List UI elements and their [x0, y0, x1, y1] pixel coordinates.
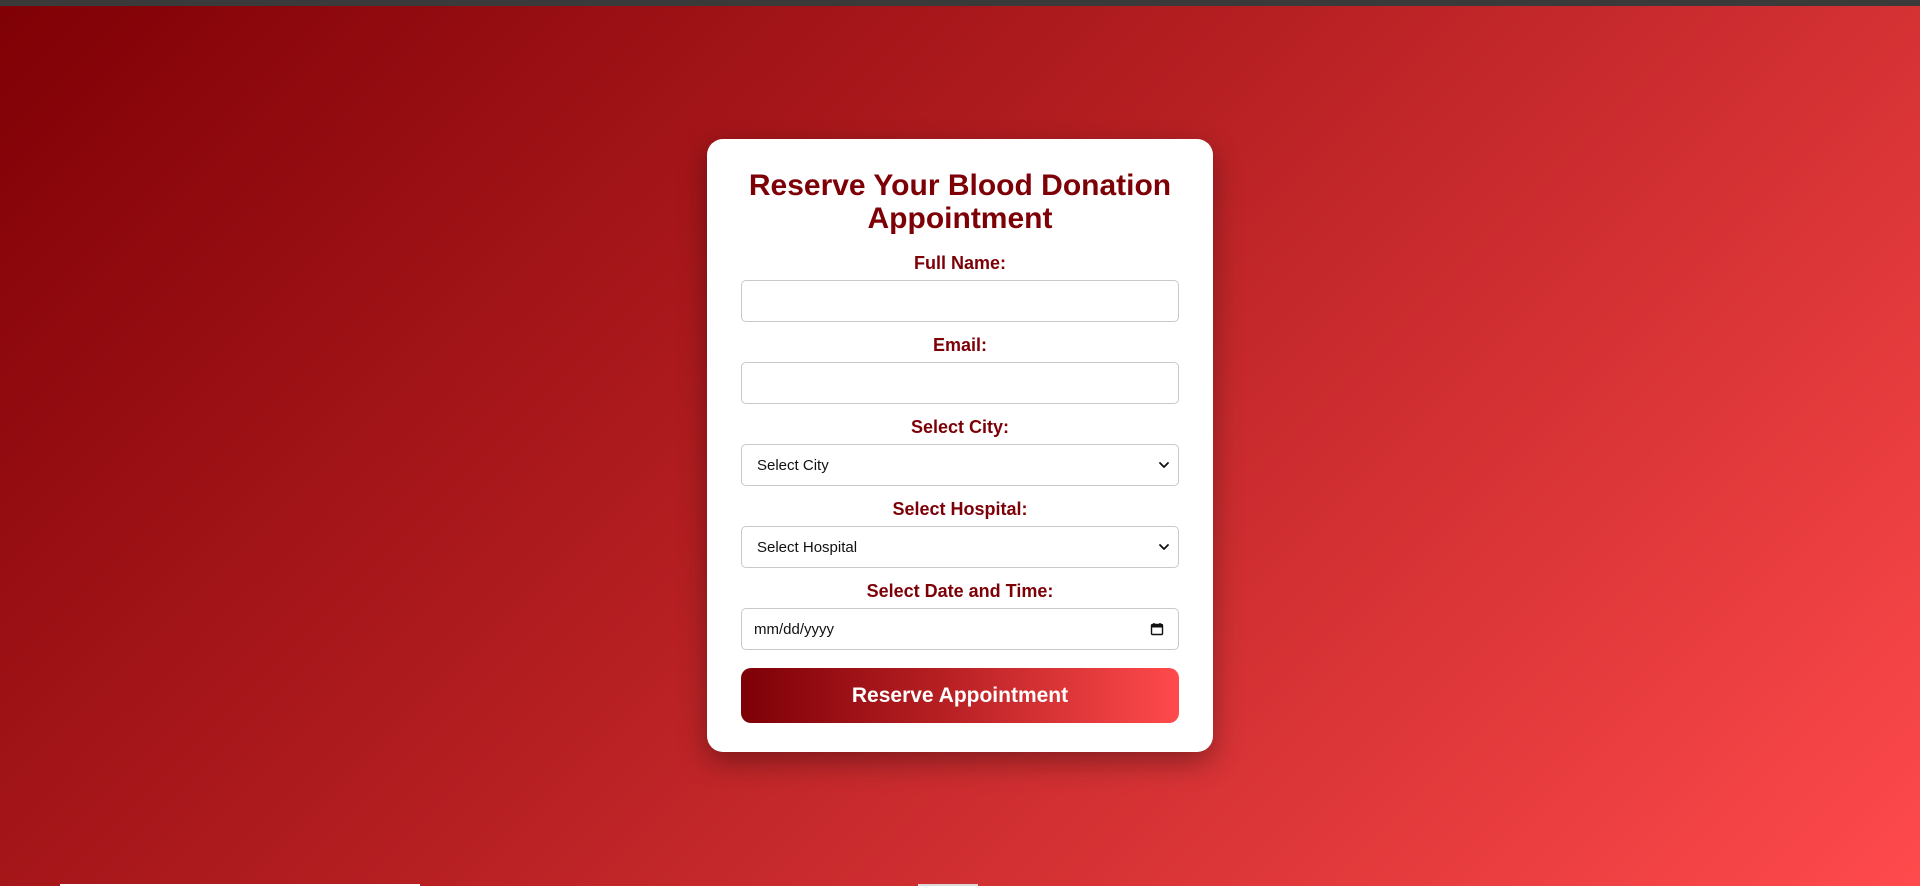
email-input[interactable] [741, 362, 1179, 404]
datetime-placeholder: mm/dd/yyyy [754, 620, 835, 638]
chevron-down-icon [1159, 462, 1169, 468]
appointment-card: Reserve Your Blood Donation Appointment … [707, 139, 1213, 752]
calendar-icon[interactable] [1150, 622, 1164, 636]
hospital-selected-value: Select Hospital [757, 538, 858, 556]
email-label: Email: [932, 335, 988, 355]
datetime-input[interactable]: mm/dd/yyyy [741, 608, 1179, 650]
reserve-appointment-button[interactable]: Reserve Appointment [741, 668, 1179, 723]
hospital-label: Select Hospital: [892, 499, 1028, 519]
city-label: Select City: [910, 417, 1010, 437]
browser-top-bar [0, 0, 1920, 6]
datetime-label: Select Date and Time: [866, 581, 1054, 601]
full-name-label: Full Name: [913, 253, 1006, 273]
full-name-input[interactable] [741, 280, 1179, 322]
page-title: Reserve Your Blood Donation Appointment [748, 169, 1172, 235]
city-selected-value: Select City [757, 456, 829, 474]
hospital-select[interactable]: Select Hospital [741, 526, 1179, 568]
chevron-down-icon [1159, 544, 1169, 550]
city-select[interactable]: Select City [741, 444, 1179, 486]
